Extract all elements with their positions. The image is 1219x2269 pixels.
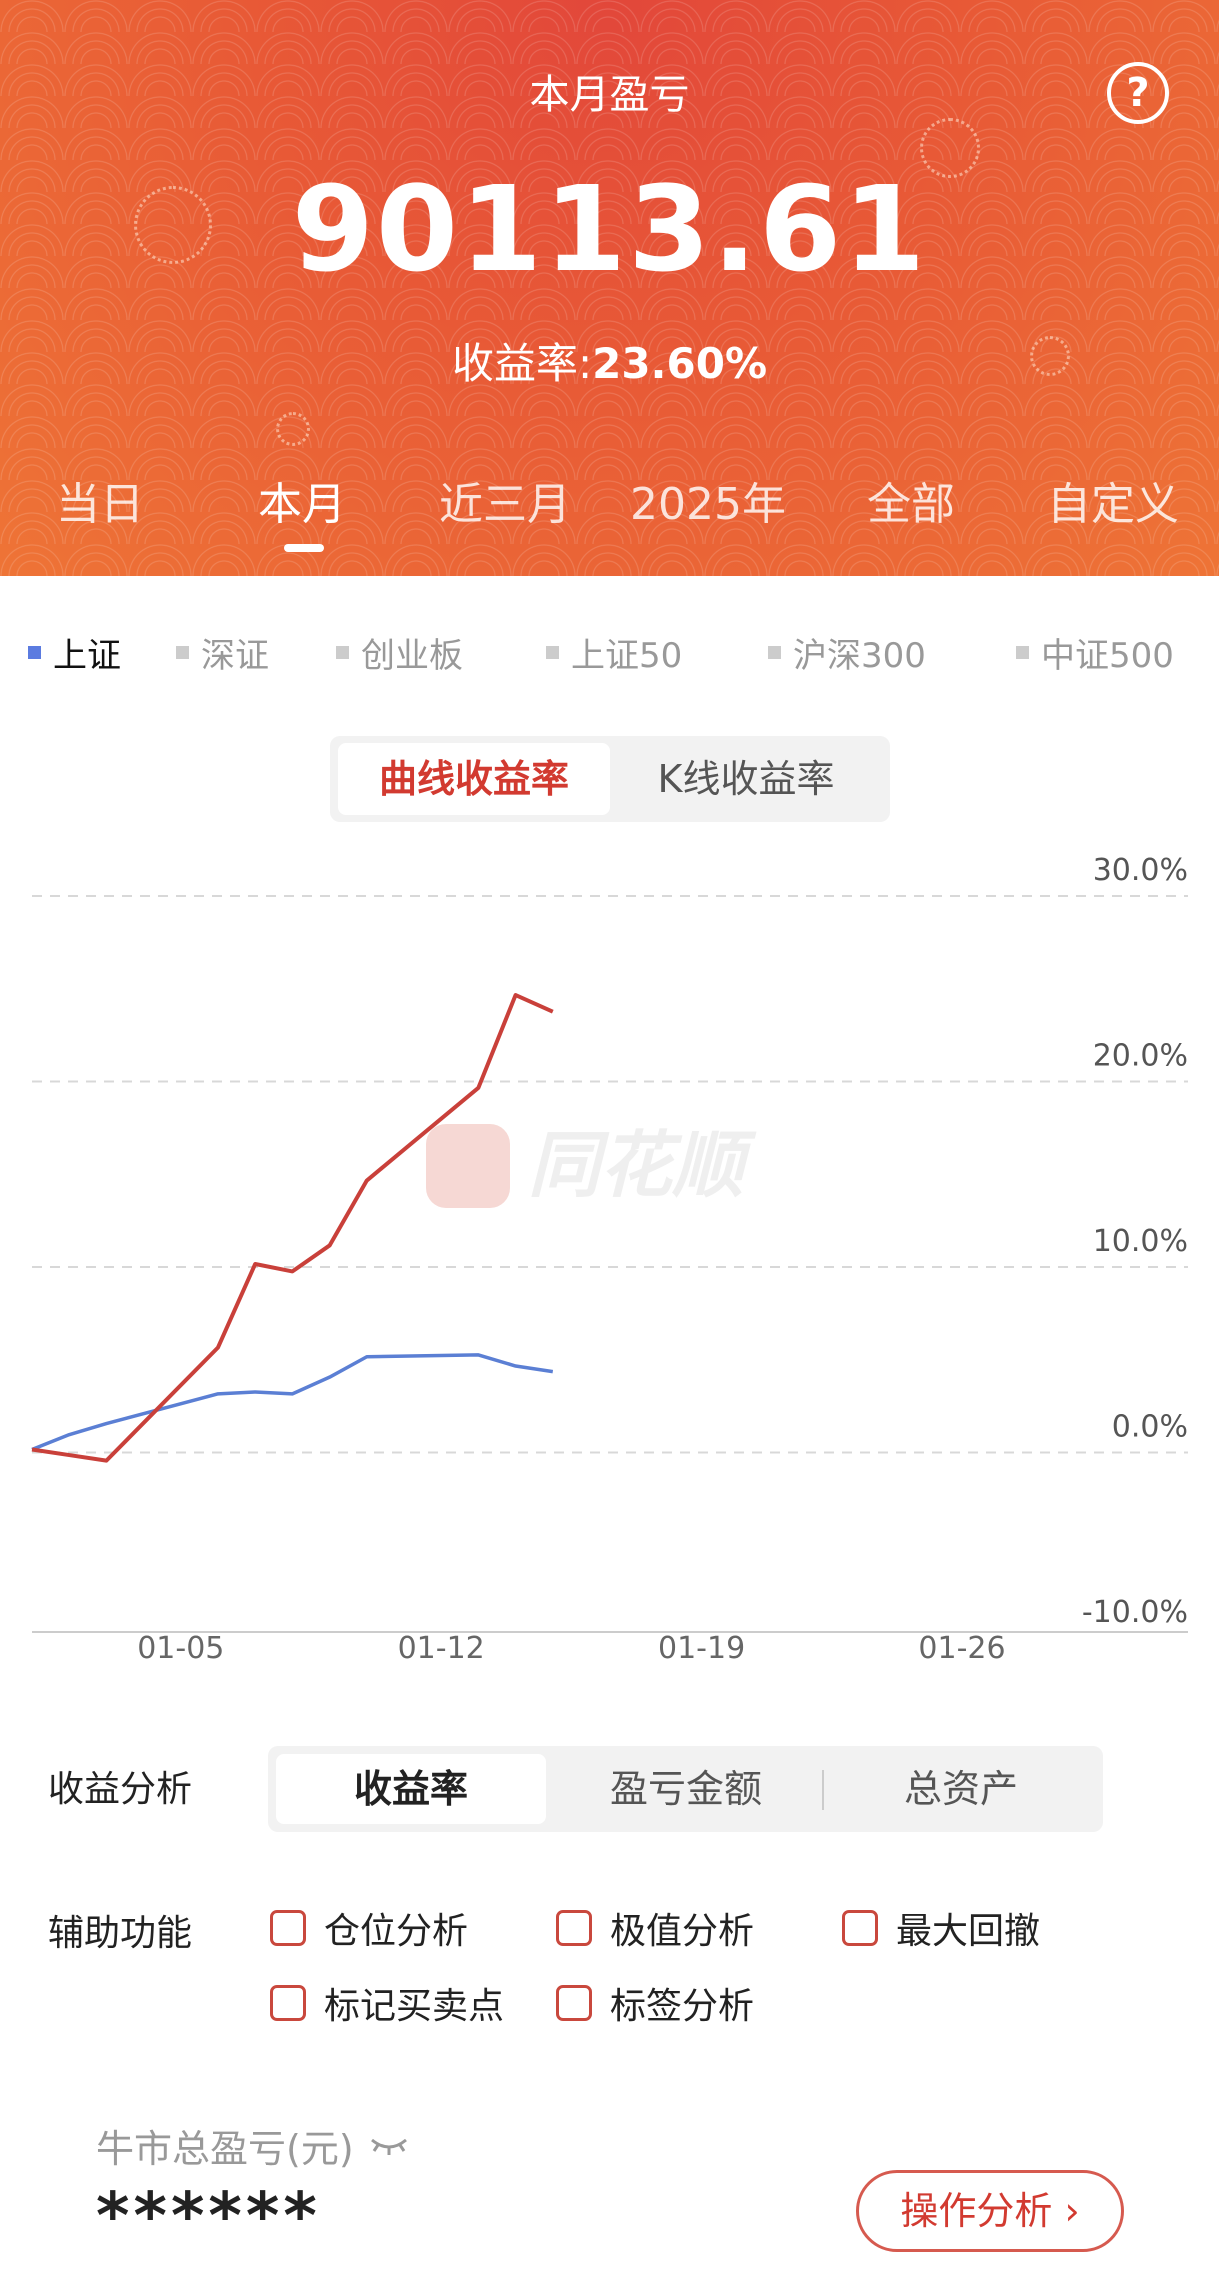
profit-header: 本月盈亏 ? 90113.61 收益率:23.60% 当日 本月 近三月 202…: [0, 0, 1219, 576]
kline-rate-button[interactable]: K线收益率: [610, 743, 882, 815]
y-tick-label: -10.0%: [1082, 1595, 1188, 1630]
position-analysis-checkbox[interactable]: 仓位分析: [270, 1902, 468, 1954]
active-tab-indicator: [284, 544, 324, 552]
index-selector: 上证 深证 创业板 上证50 沪深300 中证500: [0, 628, 1219, 677]
checkbox-label: 最大回撤: [896, 1911, 1041, 1952]
index-label: 深证: [201, 636, 269, 676]
checkbox-label: 极值分析: [610, 1911, 755, 1952]
x-tick-label: 01-12: [398, 1631, 485, 1666]
bull-profit-label: 牛市总盈亏(元): [96, 2118, 410, 2173]
y-tick-label: 0.0%: [1112, 1410, 1188, 1445]
x-tick-label: 01-26: [918, 1631, 1005, 1666]
checkbox-icon: [842, 1910, 878, 1946]
index-label: 中证500: [1041, 636, 1174, 676]
watermark-icon: [426, 1124, 510, 1208]
index-label: 沪深300: [793, 636, 926, 676]
index-sse50[interactable]: 上证50: [546, 628, 682, 677]
checkbox-label: 标签分析: [610, 1986, 755, 2027]
analysis-label: 收益分析: [48, 1769, 193, 1810]
rate-label: 收益率:: [451, 339, 593, 388]
index-chinext[interactable]: 创业板: [336, 628, 463, 677]
checkbox-icon: [270, 1985, 306, 2021]
eye-closed-icon[interactable]: [368, 2134, 410, 2158]
return-chart: 同花顺 30.0% 20.0% 10.0% 0.0% -10.0% 01-05 01-12 01…: [31, 853, 1188, 1666]
bull-profit-value: ******: [96, 2180, 321, 2254]
legend-square-icon: [546, 646, 559, 659]
analysis-toggle: 收益率 盈亏金额 总资产: [268, 1746, 1103, 1832]
checkbox-icon: [556, 1985, 592, 2021]
portfolio-return-line: [31, 993, 554, 1463]
y-tick-label: 10.0%: [1093, 1224, 1188, 1259]
index-shenzhen[interactable]: 深证: [176, 628, 269, 677]
profit-amount-button[interactable]: 盈亏金额: [552, 1754, 820, 1824]
index-csi300[interactable]: 沪深300: [768, 628, 926, 677]
checkbox-label: 仓位分析: [324, 1911, 469, 1952]
index-label: 创业板: [361, 636, 463, 676]
x-tick-label: 01-19: [658, 1631, 745, 1666]
legend-square-icon: [1016, 646, 1029, 659]
y-tick-label: 30.0%: [1093, 853, 1188, 888]
x-tick-label: 01-05: [137, 1631, 224, 1666]
max-drawdown-checkbox[interactable]: 最大回撤: [842, 1902, 1040, 1954]
index-label: 上证50: [571, 636, 683, 676]
segment-divider: [822, 1770, 824, 1810]
checkbox-label: 标记买卖点: [324, 1986, 505, 2027]
curve-rate-button[interactable]: 曲线收益率: [338, 743, 610, 815]
monthly-profit-amount: 90113.61: [291, 160, 928, 298]
index-return-line: [31, 1353, 554, 1452]
page-title: 本月盈亏: [529, 72, 690, 118]
total-assets-button[interactable]: 总资产: [826, 1754, 1096, 1824]
checkbox-icon: [556, 1910, 592, 1946]
profit-rate: 收益率:23.60%: [0, 330, 1219, 391]
bull-label-text: 牛市总盈亏(元): [96, 2127, 354, 2171]
trade-points-checkbox[interactable]: 标记买卖点: [270, 1977, 504, 2029]
legend-square-icon: [768, 646, 781, 659]
tab-today[interactable]: 当日: [56, 468, 144, 532]
period-tabs: 当日 本月 近三月 2025年 全部 自定义: [0, 468, 1219, 530]
y-tick-label: 20.0%: [1093, 1039, 1188, 1074]
watermark-logo: 同花顺: [426, 1123, 757, 1208]
rate-button[interactable]: 收益率: [276, 1754, 546, 1824]
question-circle-icon[interactable]: ?: [1107, 62, 1169, 124]
extreme-analysis-checkbox[interactable]: 极值分析: [556, 1902, 754, 1954]
tab-custom[interactable]: 自定义: [1047, 468, 1179, 532]
index-shanghai[interactable]: 上证: [28, 628, 121, 677]
tag-analysis-checkbox[interactable]: 标签分析: [556, 1977, 754, 2029]
tab-this-month[interactable]: 本月: [258, 468, 346, 532]
tab-three-months[interactable]: 近三月: [439, 468, 571, 532]
index-csi500[interactable]: 中证500: [1016, 628, 1174, 677]
aux-label: 辅助功能: [48, 1913, 193, 1954]
tab-year-2025[interactable]: 2025年: [630, 468, 786, 532]
legend-square-icon: [176, 646, 189, 659]
legend-square-icon: [28, 646, 41, 659]
watermark-text: 同花顺: [528, 1123, 757, 1207]
operation-analysis-button[interactable]: 操作分析 ›: [856, 2170, 1124, 2252]
legend-square-icon: [336, 646, 349, 659]
firework-decoration: [276, 412, 310, 446]
tab-all[interactable]: 全部: [867, 468, 955, 532]
index-label: 上证: [53, 636, 121, 676]
chart-mode-toggle: 曲线收益率 K线收益率: [330, 736, 890, 822]
checkbox-icon: [270, 1910, 306, 1946]
rate-value: 23.60%: [592, 339, 768, 388]
